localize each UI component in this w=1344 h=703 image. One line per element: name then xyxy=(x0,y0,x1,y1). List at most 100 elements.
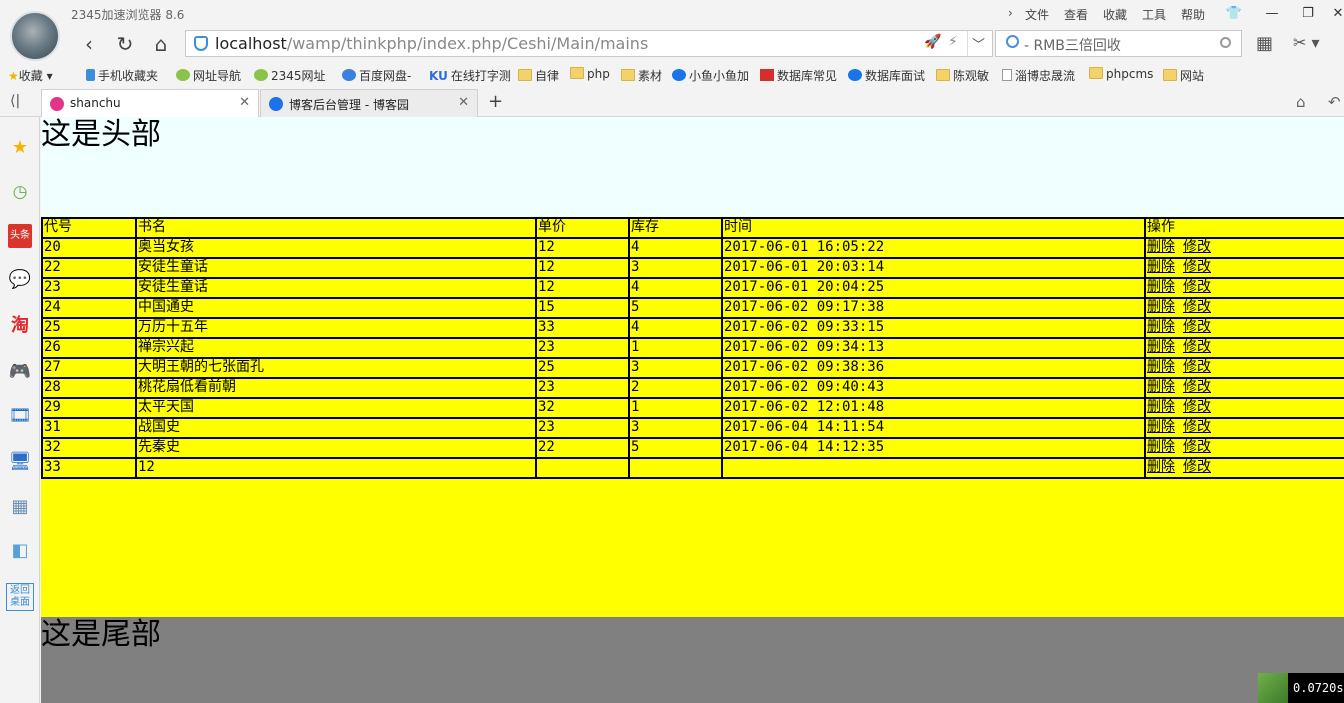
bolt-icon[interactable]: ⚡ xyxy=(948,34,958,50)
delete-link[interactable]: 删除 xyxy=(1147,359,1175,375)
edit-link[interactable]: 修改 xyxy=(1183,339,1211,355)
bookmark-item[interactable]: 数据库常见 xyxy=(760,67,837,84)
bookmark-folder[interactable]: 素材 xyxy=(621,67,662,84)
tab-blog-admin[interactable]: 博客后台管理 - 博客园 ✕ xyxy=(260,89,478,117)
new-tab-button[interactable]: + xyxy=(488,91,503,112)
search-box[interactable]: - RMB三倍回收 xyxy=(995,30,1242,57)
edit-link[interactable]: 修改 xyxy=(1183,279,1211,295)
toutiao-icon[interactable]: 头条 xyxy=(8,224,32,248)
close-window-button[interactable]: ✕ xyxy=(1326,4,1344,24)
page-timer[interactable]: 0.0720s xyxy=(1288,673,1344,703)
title-bar: 2345加速浏览器 8.6 › 文件 查看 收藏 工具 帮助 👕 — ❐ ✕ xyxy=(0,0,1344,28)
bookmark-item[interactable]: 网址导航 xyxy=(176,67,241,84)
video-icon[interactable]: 🎞 xyxy=(8,404,32,428)
edit-link[interactable]: 修改 xyxy=(1183,239,1211,255)
back-to-desktop-icon[interactable]: 返回桌面 xyxy=(6,583,34,611)
menu-help[interactable]: 帮助 xyxy=(1181,6,1205,23)
actions-cell: 删除 修改 xyxy=(1144,417,1344,439)
delete-link[interactable]: 删除 xyxy=(1147,399,1175,415)
table-cell: 23 xyxy=(535,417,630,439)
menu-favorites[interactable]: 收藏 xyxy=(1103,6,1127,23)
eraser-icon[interactable]: ◧ xyxy=(8,539,32,563)
edit-link[interactable]: 修改 xyxy=(1183,319,1211,335)
bookmark-favorites[interactable]: ★收藏 ▾ xyxy=(8,67,53,84)
reload-button[interactable]: ↻ xyxy=(110,30,140,58)
delete-link[interactable]: 删除 xyxy=(1147,459,1175,475)
address-bar[interactable]: localhost/wamp/thinkphp/index.php/Ceshi/… xyxy=(185,30,993,57)
home-button[interactable]: ⌂ xyxy=(146,30,176,58)
table-cell: 桃花扇低看前朝 xyxy=(135,377,537,399)
delete-link[interactable]: 删除 xyxy=(1147,319,1175,335)
taobao-icon[interactable]: 淘 xyxy=(8,314,32,338)
scissors-icon[interactable]: ✂ ▾ xyxy=(1293,33,1320,52)
apps-grid-icon[interactable]: ▦ xyxy=(1256,33,1273,54)
page-main: 代号 书名 单价 库存 时间 操作 20 奥当女孩 12 4 2017-06-01 16… xyxy=(41,217,1344,617)
table-cell: 2 xyxy=(628,377,723,399)
wechat-icon[interactable]: 💬 xyxy=(8,268,32,292)
tab-shanchu[interactable]: shanchu ✕ xyxy=(41,89,259,118)
delete-link[interactable]: 删除 xyxy=(1147,299,1175,315)
clock-icon[interactable]: ◷ xyxy=(8,180,32,204)
calculator-icon[interactable]: ▦ xyxy=(8,495,32,519)
table-body: 20 奥当女孩 12 4 2017-06-01 16:05:22 删除 修改 22 安徒生童话 1… xyxy=(41,237,1344,479)
bookmark-item[interactable]: 百度网盘- xyxy=(342,67,411,84)
delete-link[interactable]: 删除 xyxy=(1147,279,1175,295)
close-tab-icon[interactable]: ✕ xyxy=(458,95,469,110)
table-header-row: 代号 书名 单价 库存 时间 操作 xyxy=(41,217,1344,239)
actions-cell: 删除 修改 xyxy=(1144,337,1344,359)
bookmark-item[interactable]: 数据库面试 xyxy=(848,67,925,84)
search-input[interactable]: - RMB三倍回收 xyxy=(1024,35,1121,55)
tab-manager-icon[interactable]: ⌂ xyxy=(1296,93,1306,111)
edit-link[interactable]: 修改 xyxy=(1183,359,1211,375)
table-cell: 大明王朝的七张面孔 xyxy=(135,357,537,379)
edit-link[interactable]: 修改 xyxy=(1183,259,1211,275)
chevron-down-icon[interactable]: ﹀ xyxy=(972,34,985,53)
back-button[interactable]: ‹ xyxy=(74,30,104,58)
edit-link[interactable]: 修改 xyxy=(1183,439,1211,455)
table-cell: 2017-06-01 16:05:22 xyxy=(721,237,1146,259)
rocket-icon[interactable]: 🚀 xyxy=(924,34,941,50)
computer-icon[interactable]: 🖥 xyxy=(8,450,32,474)
restore-button[interactable]: ❐ xyxy=(1296,4,1320,24)
search-icon[interactable] xyxy=(1220,37,1231,48)
bookmarks-bar: ★收藏 ▾ 手机收藏夹 网址导航 2345网址 百度网盘- KU 在线打字测 自律… xyxy=(0,62,1344,88)
debug-trace-icon[interactable] xyxy=(1258,673,1288,703)
bookmark-folder[interactable]: 自律 xyxy=(518,67,559,84)
minimize-button[interactable]: — xyxy=(1260,4,1284,24)
edit-link[interactable]: 修改 xyxy=(1183,399,1211,415)
close-tab-icon[interactable]: ✕ xyxy=(239,95,250,110)
star-icon[interactable]: ★ xyxy=(8,136,32,160)
chevron-right-icon[interactable]: › xyxy=(1008,6,1013,20)
delete-link[interactable]: 删除 xyxy=(1147,419,1175,435)
bookmark-item[interactable]: KU 在线打字测 xyxy=(429,67,511,84)
delete-link[interactable]: 删除 xyxy=(1147,339,1175,355)
bookmark-folder[interactable]: 陈观敏 xyxy=(936,67,989,84)
menu-view[interactable]: 查看 xyxy=(1064,6,1088,23)
skin-icon[interactable]: 👕 xyxy=(1222,4,1246,24)
edit-link[interactable]: 修改 xyxy=(1183,419,1211,435)
bookmark-folder[interactable]: 网站 xyxy=(1163,67,1204,84)
delete-link[interactable]: 删除 xyxy=(1147,439,1175,455)
edit-link[interactable]: 修改 xyxy=(1183,459,1211,475)
table-row: 23 安徒生童话 12 4 2017-06-01 20:04:25 删除 修改 xyxy=(41,277,1344,299)
edit-link[interactable]: 修改 xyxy=(1183,299,1211,315)
undo-close-icon[interactable]: ↶ xyxy=(1328,93,1341,111)
delete-link[interactable]: 删除 xyxy=(1147,259,1175,275)
edit-link[interactable]: 修改 xyxy=(1183,379,1211,395)
delete-link[interactable]: 删除 xyxy=(1147,379,1175,395)
address-input[interactable]: localhost/wamp/thinkphp/index.php/Ceshi/… xyxy=(215,34,648,53)
bookmark-folder[interactable]: phpcms xyxy=(1089,67,1153,81)
gamepad-icon[interactable]: 🎮 xyxy=(8,360,32,384)
menu-tools[interactable]: 工具 xyxy=(1142,6,1166,23)
menu-file[interactable]: 文件 xyxy=(1025,6,1049,23)
bookmark-folder[interactable]: php xyxy=(570,67,610,81)
sidebar-toggle-icon[interactable]: ⟨| xyxy=(10,93,20,109)
avatar[interactable] xyxy=(10,11,60,61)
delete-link[interactable]: 删除 xyxy=(1147,239,1175,255)
bookmark-item[interactable]: 淄博忠晟流 xyxy=(1002,67,1075,84)
bookmark-item[interactable]: 2345网址 xyxy=(254,67,326,84)
bookmark-item[interactable]: 小鱼小鱼加 xyxy=(672,67,749,84)
table-cell: 15 xyxy=(535,297,630,319)
table-row: 33 12 删除 修改 xyxy=(41,457,1344,479)
bookmark-item[interactable]: 手机收藏夹 xyxy=(86,67,158,84)
